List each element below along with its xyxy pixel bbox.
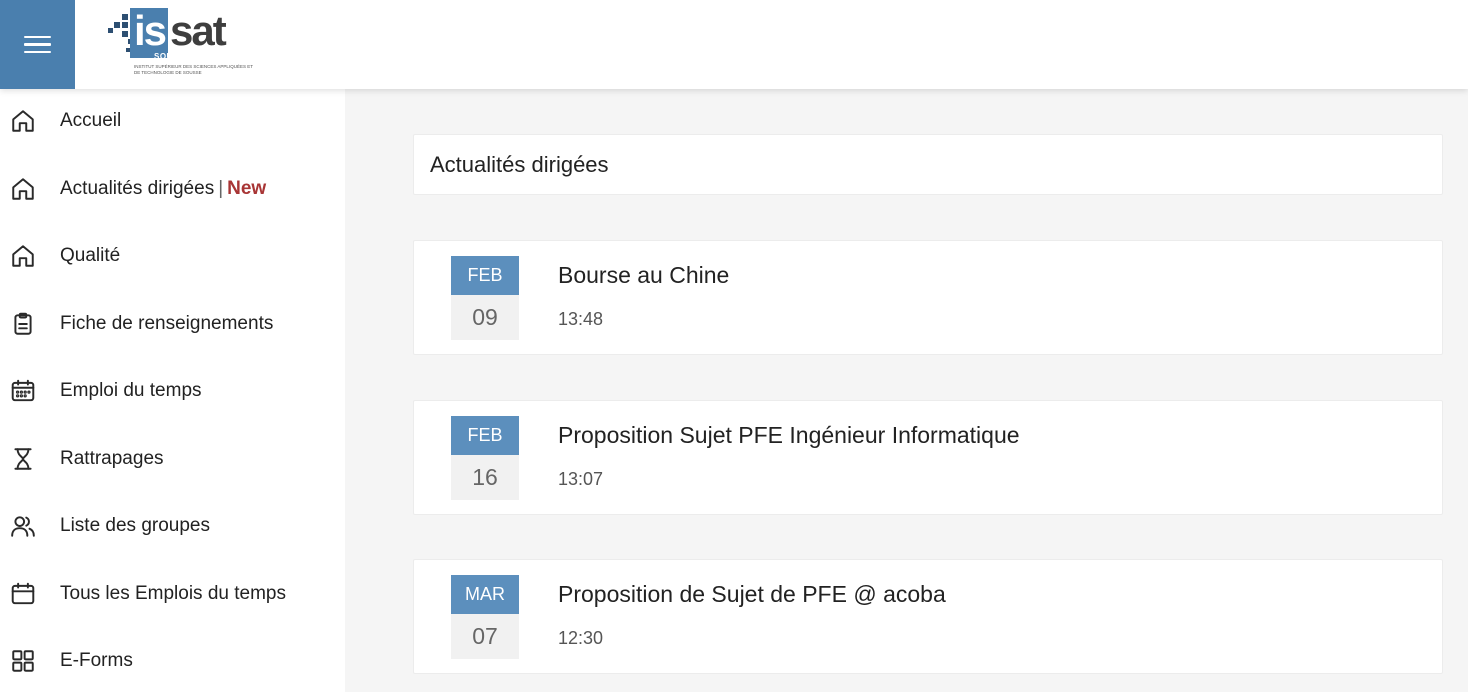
- logo-pixel: [122, 31, 128, 37]
- sidebar-item-label: Liste des groupes: [60, 515, 210, 536]
- menu-line: [24, 43, 51, 46]
- news-time: 12:30: [558, 628, 604, 648]
- top-bar: is sat SOUSSE Institut Supérieur des Sci…: [0, 0, 1468, 89]
- home-icon: [9, 175, 37, 203]
- new-badge: New: [227, 178, 267, 199]
- sidebar-item-label-group: Actualités dirigées | New: [60, 178, 266, 200]
- news-time: 13:48: [558, 309, 604, 329]
- issat-logo[interactable]: is sat SOUSSE Institut Supérieur des Sci…: [108, 8, 258, 80]
- sidebar-item-label: Accueil: [60, 110, 122, 131]
- logo-is-text: is: [130, 8, 169, 58]
- main-content: Actualités dirigées FEB 09 Bourse au Chi…: [345, 89, 1468, 692]
- sidebar-item-label: Tous les Emplois du temps: [60, 583, 286, 604]
- date-day: 09: [451, 295, 519, 340]
- date-month: FEB: [451, 416, 519, 455]
- sidebar-item-fiche[interactable]: Fiche de renseignements: [0, 304, 345, 344]
- logo-sousse-text: SOUSSE: [154, 52, 191, 61]
- news-title[interactable]: Proposition de Sujet de PFE @ acoba: [558, 581, 946, 608]
- menu-line: [24, 50, 51, 54]
- clipboard-icon: [9, 310, 37, 338]
- home-icon: [9, 242, 37, 270]
- sidebar-item-label: Actualités dirigées: [60, 178, 215, 199]
- sidebar-item-eforms[interactable]: E-Forms: [0, 641, 345, 681]
- sidebar-item-label: Qualité: [60, 245, 121, 266]
- logo-subtitle: Institut Supérieur des Sciences Appliqué…: [134, 64, 253, 75]
- news-card[interactable]: MAR 07 Proposition de Sujet de PFE @ aco…: [413, 559, 1443, 674]
- date-badge: FEB 09: [451, 256, 519, 340]
- date-month: MAR: [451, 575, 519, 614]
- section-header: Actualités dirigées: [413, 134, 1443, 195]
- logo-pixel: [122, 22, 128, 28]
- grid-icon: [9, 647, 37, 675]
- logo-sat-text: sat: [170, 7, 227, 54]
- sidebar-item-label: Fiche de renseignements: [60, 313, 274, 334]
- sidebar: Accueil Actualités dirigées | New Qualité …: [0, 89, 345, 692]
- news-time: 13:07: [558, 469, 604, 489]
- date-day: 16: [451, 455, 519, 500]
- sidebar-item-rattrapages[interactable]: Rattrapages: [0, 439, 345, 479]
- logo-wordmark: is sat: [130, 7, 227, 58]
- page-title: Actualités dirigées: [430, 152, 609, 177]
- sidebar-item-tous-emplois[interactable]: Tous les Emplois du temps: [0, 574, 345, 614]
- logo-pixel: [114, 22, 120, 28]
- date-badge: MAR 07: [451, 575, 519, 659]
- calendar-icon: [9, 580, 37, 608]
- sidebar-item-emploi[interactable]: Emploi du temps: [0, 371, 345, 411]
- logo-pixel: [108, 28, 113, 33]
- sidebar-item-label: Emploi du temps: [60, 380, 202, 401]
- hamburger-menu-icon[interactable]: [0, 0, 75, 89]
- calendar-dots-icon: [9, 377, 37, 405]
- users-icon: [9, 512, 37, 540]
- news-card[interactable]: FEB 16 Proposition Sujet PFE Ingénieur I…: [413, 400, 1443, 515]
- date-day: 07: [451, 614, 519, 659]
- sidebar-item-accueil[interactable]: Accueil: [0, 101, 345, 141]
- sidebar-item-qualite[interactable]: Qualité: [0, 236, 345, 276]
- news-card[interactable]: FEB 09 Bourse au Chine 13:48: [413, 240, 1443, 355]
- date-badge: FEB 16: [451, 416, 519, 500]
- sidebar-item-label: Rattrapages: [60, 448, 164, 469]
- label-separator: |: [218, 178, 224, 199]
- news-title[interactable]: Bourse au Chine: [558, 262, 729, 289]
- hourglass-icon: [9, 445, 37, 473]
- sidebar-item-actualites[interactable]: Actualités dirigées | New: [0, 169, 345, 209]
- menu-line: [24, 35, 51, 39]
- home-icon: [9, 107, 37, 135]
- date-month: FEB: [451, 256, 519, 295]
- sidebar-item-label: E-Forms: [60, 650, 133, 671]
- logo-pixel: [122, 14, 128, 20]
- sidebar-item-groupes[interactable]: Liste des groupes: [0, 506, 345, 546]
- news-title[interactable]: Proposition Sujet PFE Ingénieur Informat…: [558, 422, 1020, 449]
